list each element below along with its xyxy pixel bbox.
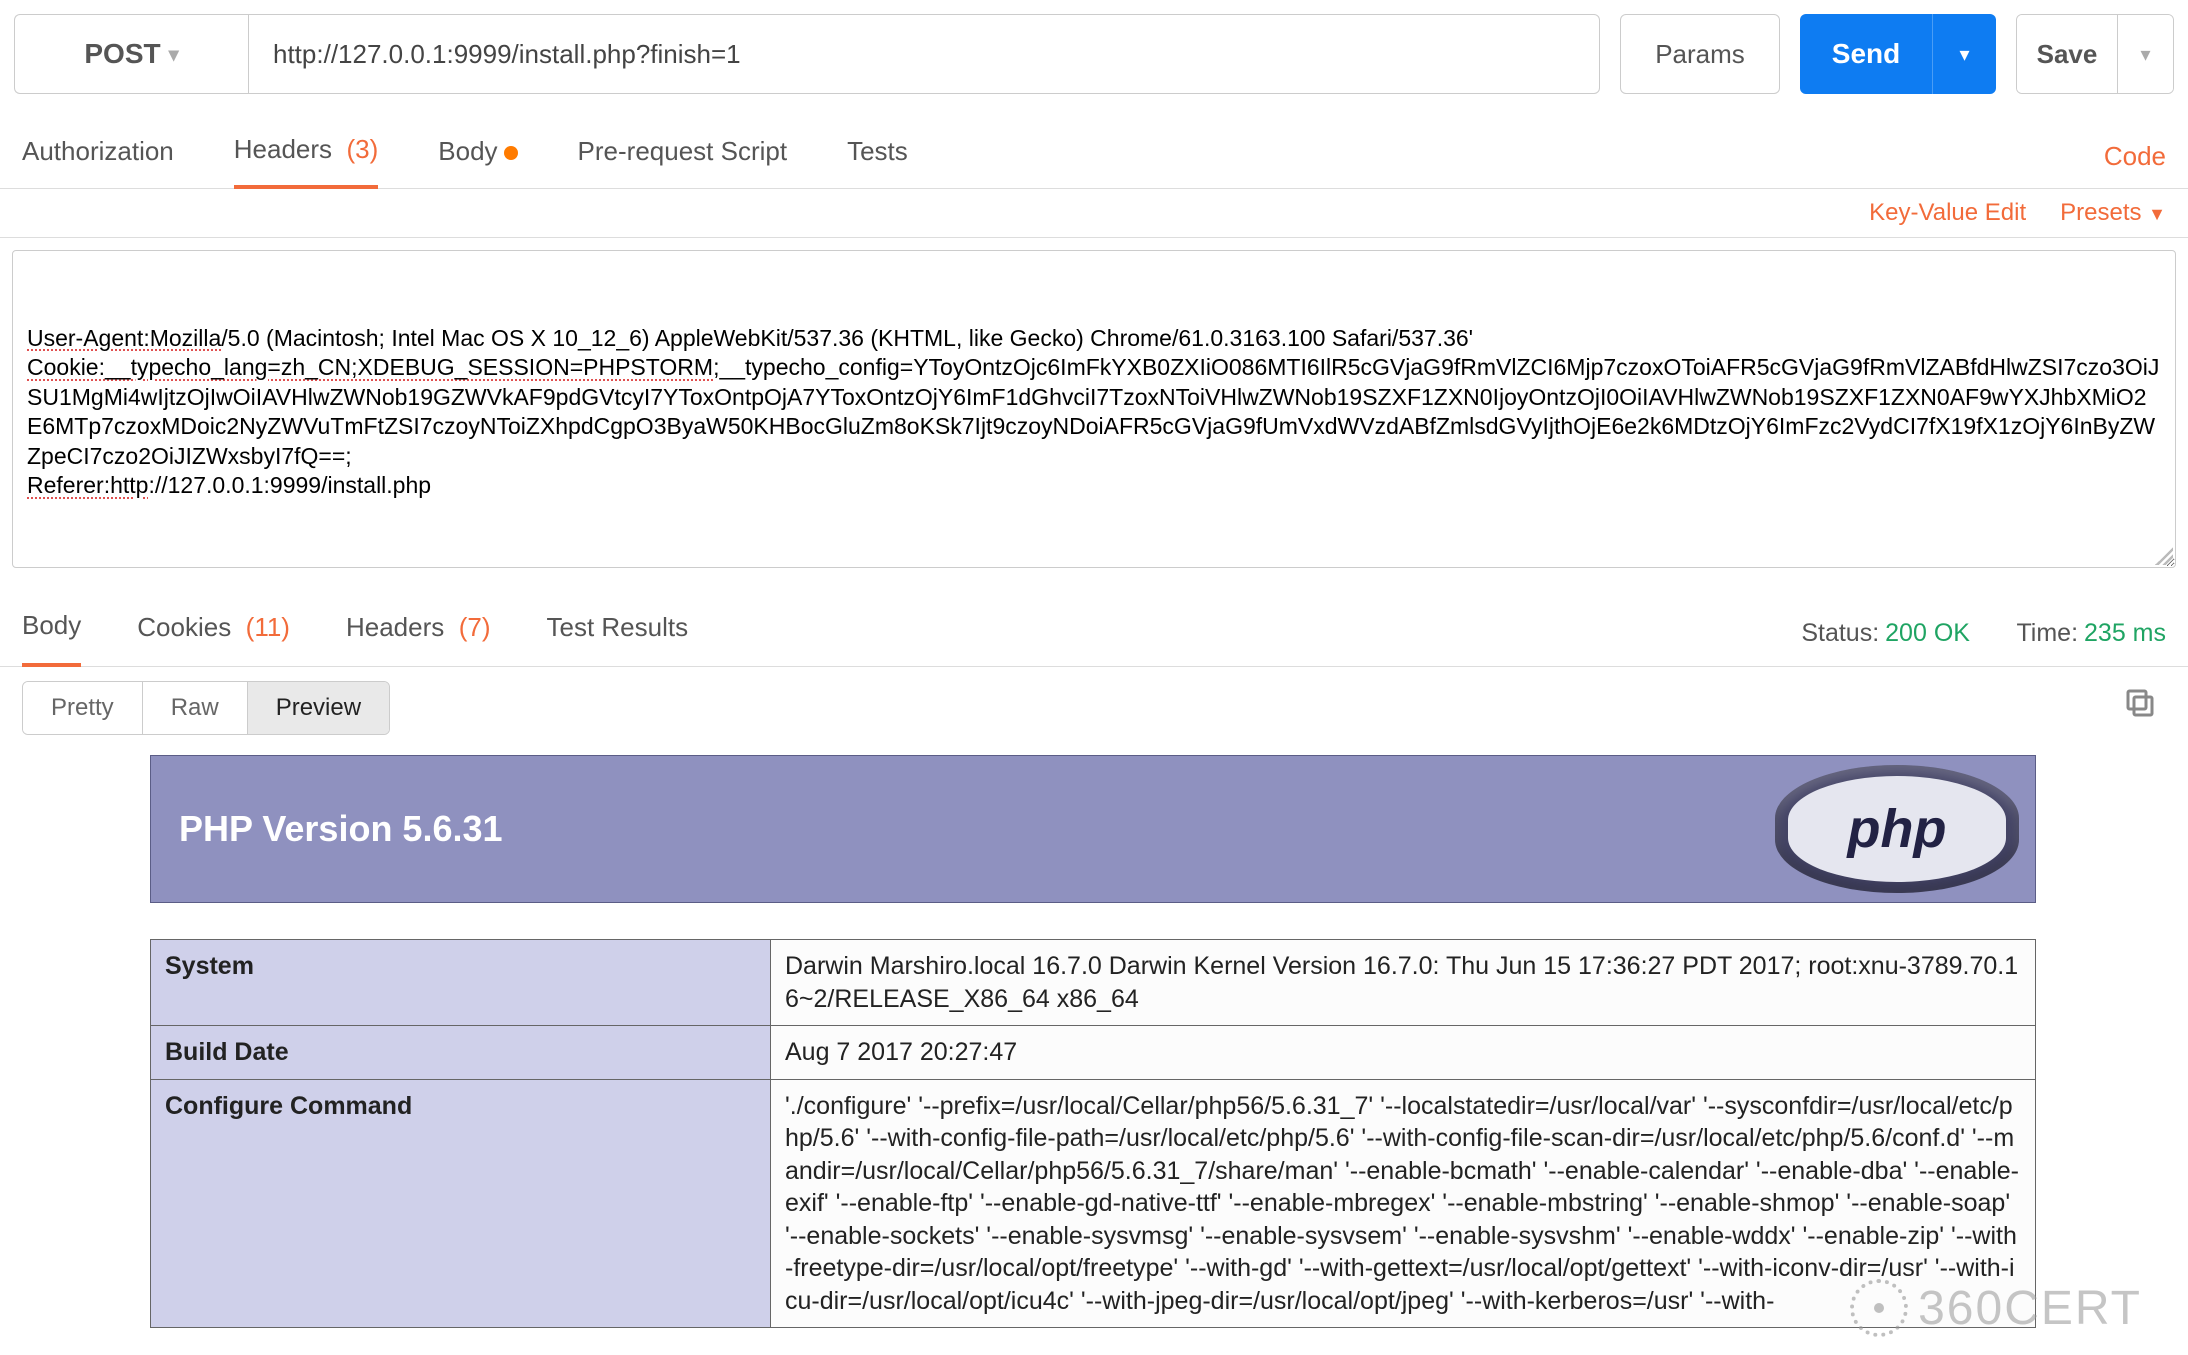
phpinfo-banner: PHP Version 5.6.31 php xyxy=(150,755,2036,903)
phpinfo-table: System Darwin Marshiro.local 16.7.0 Darw… xyxy=(150,939,2036,1328)
code-link[interactable]: Code xyxy=(2104,141,2166,172)
view-raw[interactable]: Raw xyxy=(142,682,247,734)
send-dropdown[interactable]: ▾ xyxy=(1932,14,1996,94)
caret-down-icon: ▼ xyxy=(2148,204,2166,224)
http-method-label: POST xyxy=(84,38,160,70)
view-preview[interactable]: Preview xyxy=(247,682,389,734)
phpinfo-title: PHP Version 5.6.31 xyxy=(179,808,503,850)
send-button[interactable]: Send xyxy=(1800,14,1932,94)
view-pretty[interactable]: Pretty xyxy=(23,682,142,734)
resize-handle-icon[interactable] xyxy=(2155,547,2173,565)
tab-tests[interactable]: Tests xyxy=(847,126,908,187)
url-input[interactable]: http://127.0.0.1:9999/install.php?finish… xyxy=(248,14,1600,94)
tab-prerequest[interactable]: Pre-request Script xyxy=(578,126,788,187)
response-preview-pane: PHP Version 5.6.31 php System Darwin Mar… xyxy=(22,755,2166,1355)
status-block: Status:200 OK Time:235 ms xyxy=(1801,619,2166,648)
resp-tab-body[interactable]: Body xyxy=(22,600,81,667)
copy-icon[interactable] xyxy=(2122,685,2158,721)
resp-tab-headers[interactable]: Headers (7) xyxy=(346,602,491,665)
presets-dropdown[interactable]: Presets ▼ xyxy=(2060,199,2166,227)
table-row: Configure Command './configure' '--prefi… xyxy=(151,1079,2036,1328)
raw-headers-textarea[interactable]: User-Agent:Mozilla/5.0 (Macintosh; Intel… xyxy=(12,250,2176,568)
resp-tab-cookies[interactable]: Cookies (11) xyxy=(137,602,290,665)
save-dropdown[interactable]: ▾ xyxy=(2117,15,2173,93)
chevron-down-icon: ▾ xyxy=(169,42,179,67)
params-button[interactable]: Params xyxy=(1620,14,1780,94)
http-method-select[interactable]: POST ▾ xyxy=(14,14,248,94)
table-row: System Darwin Marshiro.local 16.7.0 Darw… xyxy=(151,940,2036,1026)
tab-body[interactable]: Body xyxy=(438,126,517,187)
tab-headers[interactable]: Headers (3) xyxy=(234,124,379,189)
url-value: http://127.0.0.1:9999/install.php?finish… xyxy=(273,39,741,70)
php-logo-icon: php xyxy=(1775,765,2019,893)
body-modified-indicator xyxy=(504,146,518,160)
tab-authorization[interactable]: Authorization xyxy=(22,126,174,187)
save-button[interactable]: Save xyxy=(2017,15,2117,93)
resp-tab-tests[interactable]: Test Results xyxy=(546,602,688,665)
key-value-edit-link[interactable]: Key-Value Edit xyxy=(1869,199,2026,227)
table-row: Build Date Aug 7 2017 20:27:47 xyxy=(151,1026,2036,1080)
